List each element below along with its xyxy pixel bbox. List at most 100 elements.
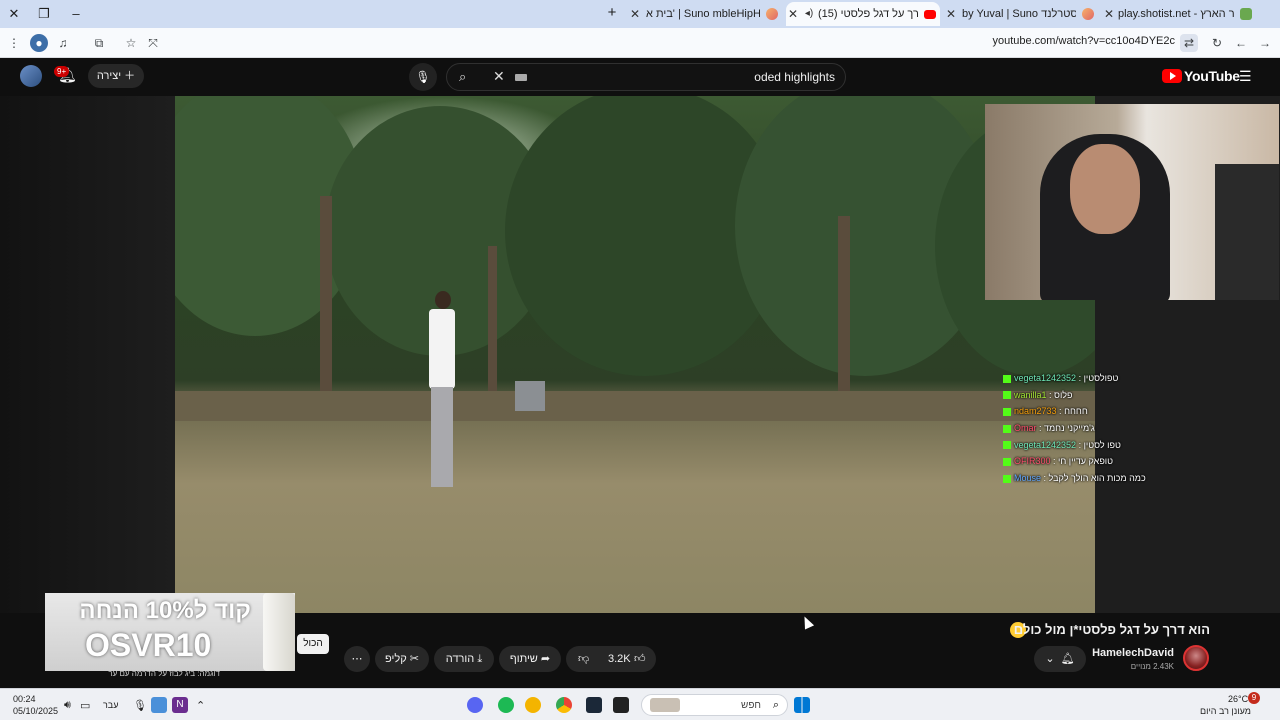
kick-badge-icon — [1003, 441, 1011, 450]
player-left-blur — [0, 96, 175, 613]
back-icon[interactable]: → — [1256, 34, 1274, 52]
screen: ✕ ❐ – + ✕ play.shotist.net - כדור הארץ ✕… — [0, 0, 1280, 720]
download-icon: ⤓ — [477, 653, 483, 665]
channel-avatar[interactable] — [1183, 645, 1209, 671]
tab-play-shotist[interactable]: ✕ play.shotist.net - כדור הארץ — [1100, 2, 1256, 26]
tab-title: בית א' | Suno mbleHipHop153 — [646, 8, 760, 20]
windows-start-icon[interactable] — [794, 697, 810, 713]
search-input[interactable]: ⌕ ✕ oded highlights — [446, 63, 846, 91]
more-actions-button[interactable]: ⋯ — [344, 646, 370, 672]
screenshot-icon[interactable]: ⤧ — [144, 34, 162, 52]
chat-text: טופאק עדיין חי — [1058, 456, 1114, 467]
volume-icon[interactable]: 🔊︎ — [64, 699, 71, 712]
audio-playing-icon[interactable]: ◂) — [802, 2, 816, 26]
like-count[interactable]: 3.2K — [608, 646, 631, 672]
terminal-icon[interactable] — [613, 697, 629, 713]
spotify-icon[interactable] — [498, 697, 514, 713]
search-icon: ⌕ — [772, 699, 779, 711]
promo-code-text: OSVR10 — [85, 627, 212, 663]
chat-user: vegeta1242352 — [1014, 373, 1077, 383]
bookmark-star-icon[interactable]: ☆ — [122, 34, 140, 52]
chat-text: כמה מכות הוא הולך לקבל — [1048, 473, 1146, 484]
video-player[interactable] — [175, 96, 1095, 613]
promo-ad-overlay[interactable]: קוד ל10% הנחה OSVR10 — [45, 593, 295, 671]
network-icon[interactable]: ▭ — [80, 699, 90, 712]
close-window-button[interactable]: ✕ — [0, 4, 28, 24]
chat-message: vegeta1242352 : טפו לסטין — [1000, 437, 1160, 454]
extensions-icon[interactable]: ⧉ — [90, 34, 108, 52]
account-avatar[interactable] — [20, 65, 42, 87]
hamburger-menu-icon[interactable]: ☰ — [1239, 69, 1253, 83]
chat-text: טפולסטין — [1083, 373, 1119, 383]
browser-menu-icon[interactable]: ⋮ — [5, 34, 23, 52]
chat-text: פלוס — [1054, 389, 1073, 400]
dislike-button[interactable]: 👎︎ — [578, 646, 589, 672]
mouse-cursor-icon — [799, 614, 815, 630]
perfume-bottle-image — [263, 593, 295, 671]
input-language[interactable]: עבר — [103, 700, 118, 710]
bell-icon: 🔔︎ — [1060, 653, 1075, 665]
voice-search-mic-icon[interactable]: 🎙︎ — [409, 63, 437, 91]
youtube-logo[interactable]: YouTube — [1162, 68, 1240, 86]
tab-close-icon[interactable]: ✕ — [786, 2, 800, 26]
weather-temperature[interactable]: 26°C — [1228, 694, 1248, 704]
share-button[interactable]: שיתוף ➦ — [499, 646, 561, 672]
like-icon[interactable]: 👍︎ — [634, 646, 646, 672]
chevron-down-icon: ⌄ — [1045, 653, 1055, 665]
steam-icon[interactable] — [586, 697, 602, 713]
share-label: שיתוף — [509, 653, 538, 665]
clip-label: קליפ — [385, 653, 407, 665]
chat-message: Omar : ג'מייקני נחמד — [1000, 420, 1160, 437]
new-tab-button[interactable]: + — [602, 3, 622, 23]
show-hidden-icons-chevron-icon[interactable]: ⌃ — [196, 699, 205, 712]
clock-date[interactable]: 05/10/2025 — [13, 706, 58, 716]
keyboard-icon[interactable] — [515, 74, 527, 81]
video-person — [427, 291, 457, 491]
suno-favicon-icon — [766, 8, 778, 20]
reload-icon[interactable]: ↻ — [1208, 34, 1226, 52]
app-icon[interactable] — [525, 697, 541, 713]
minimize-window-button[interactable]: – — [62, 4, 90, 24]
chrome-icon[interactable] — [556, 697, 572, 713]
clip-button[interactable]: קליפ ✂ — [375, 646, 429, 672]
chat-user: Omar — [1014, 423, 1037, 434]
channel-name[interactable]: HamelechDavid — [1092, 647, 1174, 659]
streamer-face — [1070, 144, 1140, 234]
discord-icon[interactable] — [467, 697, 483, 713]
subscriber-count: 2.43K מנויים — [1130, 662, 1174, 671]
media-control-icon[interactable]: ♫ — [54, 34, 72, 52]
forward-icon[interactable]: ← — [1232, 34, 1250, 52]
chat-user: OFIR300 — [1014, 456, 1051, 467]
tab-suno-astroland[interactable]: ✕ by Yuval | Suno אסטרלנד — [944, 2, 1098, 26]
tab-close-icon[interactable]: ✕ — [944, 2, 958, 26]
taskbar-search-input[interactable]: חפש ⌕ — [641, 694, 788, 716]
address-bar[interactable]: youtube.com/watch?v=cc10o4DYE2c — [992, 35, 1175, 47]
search-icon[interactable]: ⌕ — [459, 69, 466, 85]
all-chip-button[interactable]: הכול — [297, 634, 329, 654]
kick-badge-icon — [1003, 474, 1011, 483]
tab-suno-bait[interactable]: ✕ בית א' | Suno mbleHipHop153 — [628, 2, 782, 26]
subscription-bell-button[interactable]: ⌄ 🔔︎ — [1034, 646, 1086, 672]
chat-text: ג'מייקני נחמד — [1044, 423, 1095, 434]
tab-close-icon[interactable]: ✕ — [1102, 2, 1116, 26]
create-button[interactable]: יצירה ＋ — [88, 64, 144, 88]
clock-time[interactable]: 00:24 — [13, 694, 36, 704]
tab-youtube-video[interactable]: ✕ ◂) (15) הוא דרך על דגל פלסטי… — [786, 2, 940, 26]
clear-search-icon[interactable]: ✕ — [493, 68, 505, 85]
browser-toolbar: ⋮ ● ♫ ⧉ ☆ ⤧ youtube.com/watch?v=cc10o4DY… — [0, 28, 1280, 58]
site-settings-icon[interactable]: ⇄ — [1180, 34, 1198, 52]
chat-user: vegeta1242352 — [1014, 439, 1077, 450]
tray-app-icon[interactable] — [151, 697, 167, 713]
chat-message: Mouse : כמה מכות הוא הולך לקבל — [1000, 470, 1160, 487]
onenote-icon[interactable]: N — [172, 697, 188, 713]
like-dislike-group: 👎︎ 3.2K 👍︎ — [566, 646, 656, 672]
restore-window-button[interactable]: ❐ — [30, 4, 58, 24]
person-shirt — [429, 309, 455, 389]
weather-description[interactable]: מעונן רב היום — [1200, 706, 1251, 716]
tab-close-icon[interactable]: ✕ — [628, 2, 642, 26]
download-button[interactable]: הורדה ⤓ — [434, 646, 494, 672]
microphone-icon[interactable]: 🎙︎ — [133, 699, 147, 712]
kick-badge-icon — [1003, 391, 1011, 400]
profile-icon[interactable]: ● — [30, 34, 48, 52]
video-title: הוא דרך על דגל פלסטי*ן מול כולם — [1013, 622, 1210, 637]
